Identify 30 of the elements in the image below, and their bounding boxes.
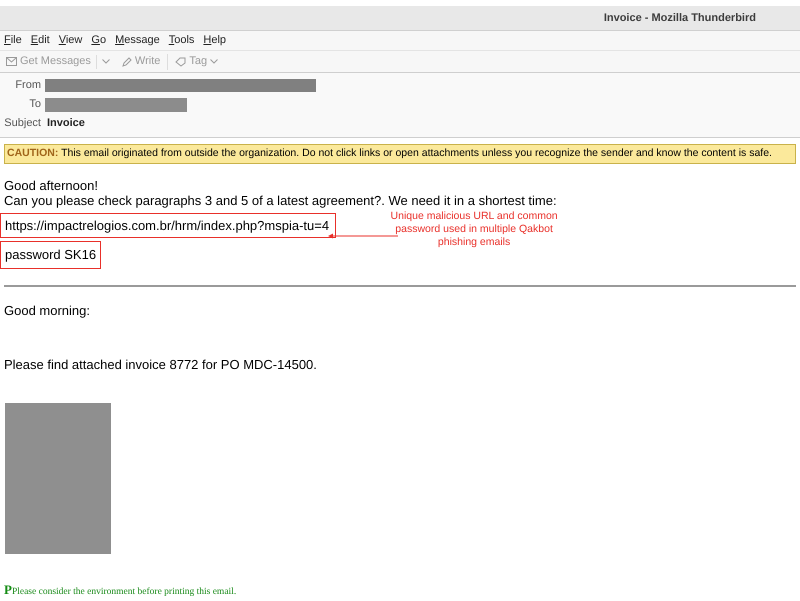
pencil-icon <box>122 56 132 66</box>
password-text: password SK16 <box>0 241 102 269</box>
print-mark-icon: P <box>4 582 12 597</box>
chevron-icon <box>210 59 218 64</box>
annotation-text: Unique malicious URL and common password used in multiple Qakbot phishing emails <box>390 210 559 249</box>
menu-item[interactable]: File <box>4 32 22 49</box>
envelope-icon <box>6 57 17 66</box>
window-title: Invoice - Mozilla Thunderbird <box>604 10 756 26</box>
body-text: Please find attached invoice 8772 for PO MDC-14500. <box>4 356 318 374</box>
menu-item[interactable]: Help <box>203 32 226 49</box>
tag-icon <box>175 56 186 66</box>
to-label: To <box>28 97 41 112</box>
menu-item[interactable]: Message <box>115 32 160 49</box>
body-text: Can you please check paragraphs 3 and 5 of a latest agreement?. We need it in a shortest time: <box>4 192 558 208</box>
subject-label: Subject <box>3 116 41 132</box>
caution-text: This email originated from outside the organization. Do not click links or open attachments unless you recognize the sender and know the content is safe. <box>61 147 772 159</box>
subject-text: Invoice <box>47 116 85 132</box>
dropdown-button[interactable] <box>100 59 112 64</box>
caution-label: CAUTION: <box>7 147 58 159</box>
from-label: From <box>14 78 41 94</box>
menu-item[interactable]: Go <box>91 32 106 49</box>
greeting-text: Good morning: <box>4 302 91 320</box>
footer-text: Please consider the environment before printing this email. <box>12 586 236 597</box>
greeting-text: Good afternoon! <box>4 178 99 193</box>
menu-item[interactable]: Tools <box>168 32 194 49</box>
chevron-icon <box>102 59 110 64</box>
arrow-icon <box>328 232 398 239</box>
url-text: https://impactrelogios.com.br/hrm/index.php?mspia-tu=4 <box>0 212 336 238</box>
menu-item[interactable]: View <box>58 32 82 49</box>
menu-item[interactable]: Edit <box>30 32 50 49</box>
